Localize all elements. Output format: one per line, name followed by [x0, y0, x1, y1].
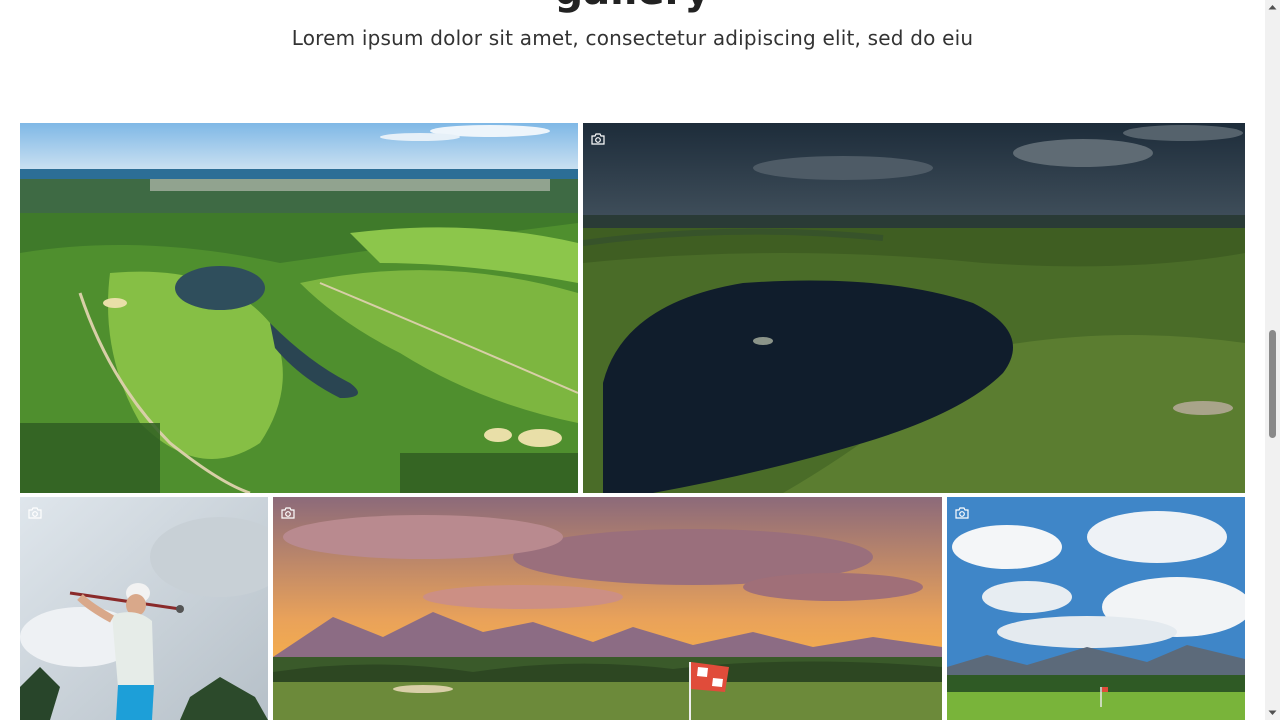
page-scrollbar[interactable] [1265, 0, 1280, 720]
gallery-photo-golfer[interactable] [20, 497, 268, 720]
camera-icon [591, 133, 605, 145]
blue-sky-course-image [947, 497, 1245, 720]
scroll-up-arrow-icon[interactable] [1265, 0, 1280, 15]
golfer-image [20, 497, 268, 720]
section-heading: gallery [0, 0, 1265, 11]
camera-icon [28, 507, 42, 519]
gallery-photo-aerial-course[interactable] [20, 123, 578, 493]
sunset-flag-image [273, 497, 942, 720]
gallery-photo-sunset-flag[interactable] [273, 497, 942, 720]
section-subtitle: Lorem ipsum dolor sit amet, consectetur … [291, 26, 974, 50]
camera-icon [955, 507, 969, 519]
camera-icon [281, 507, 295, 519]
dusk-lake-image [583, 123, 1245, 493]
gallery-photo-dusk-lake[interactable] [583, 123, 1245, 493]
gallery-photo-blue-sky-course[interactable] [947, 497, 1245, 720]
gallery-section: gallery Lorem ipsum dolor sit amet, cons… [0, 0, 1265, 720]
aerial-course-image [20, 123, 578, 493]
scroll-down-arrow-icon[interactable] [1265, 705, 1280, 720]
scrollbar-thumb[interactable] [1269, 330, 1276, 438]
